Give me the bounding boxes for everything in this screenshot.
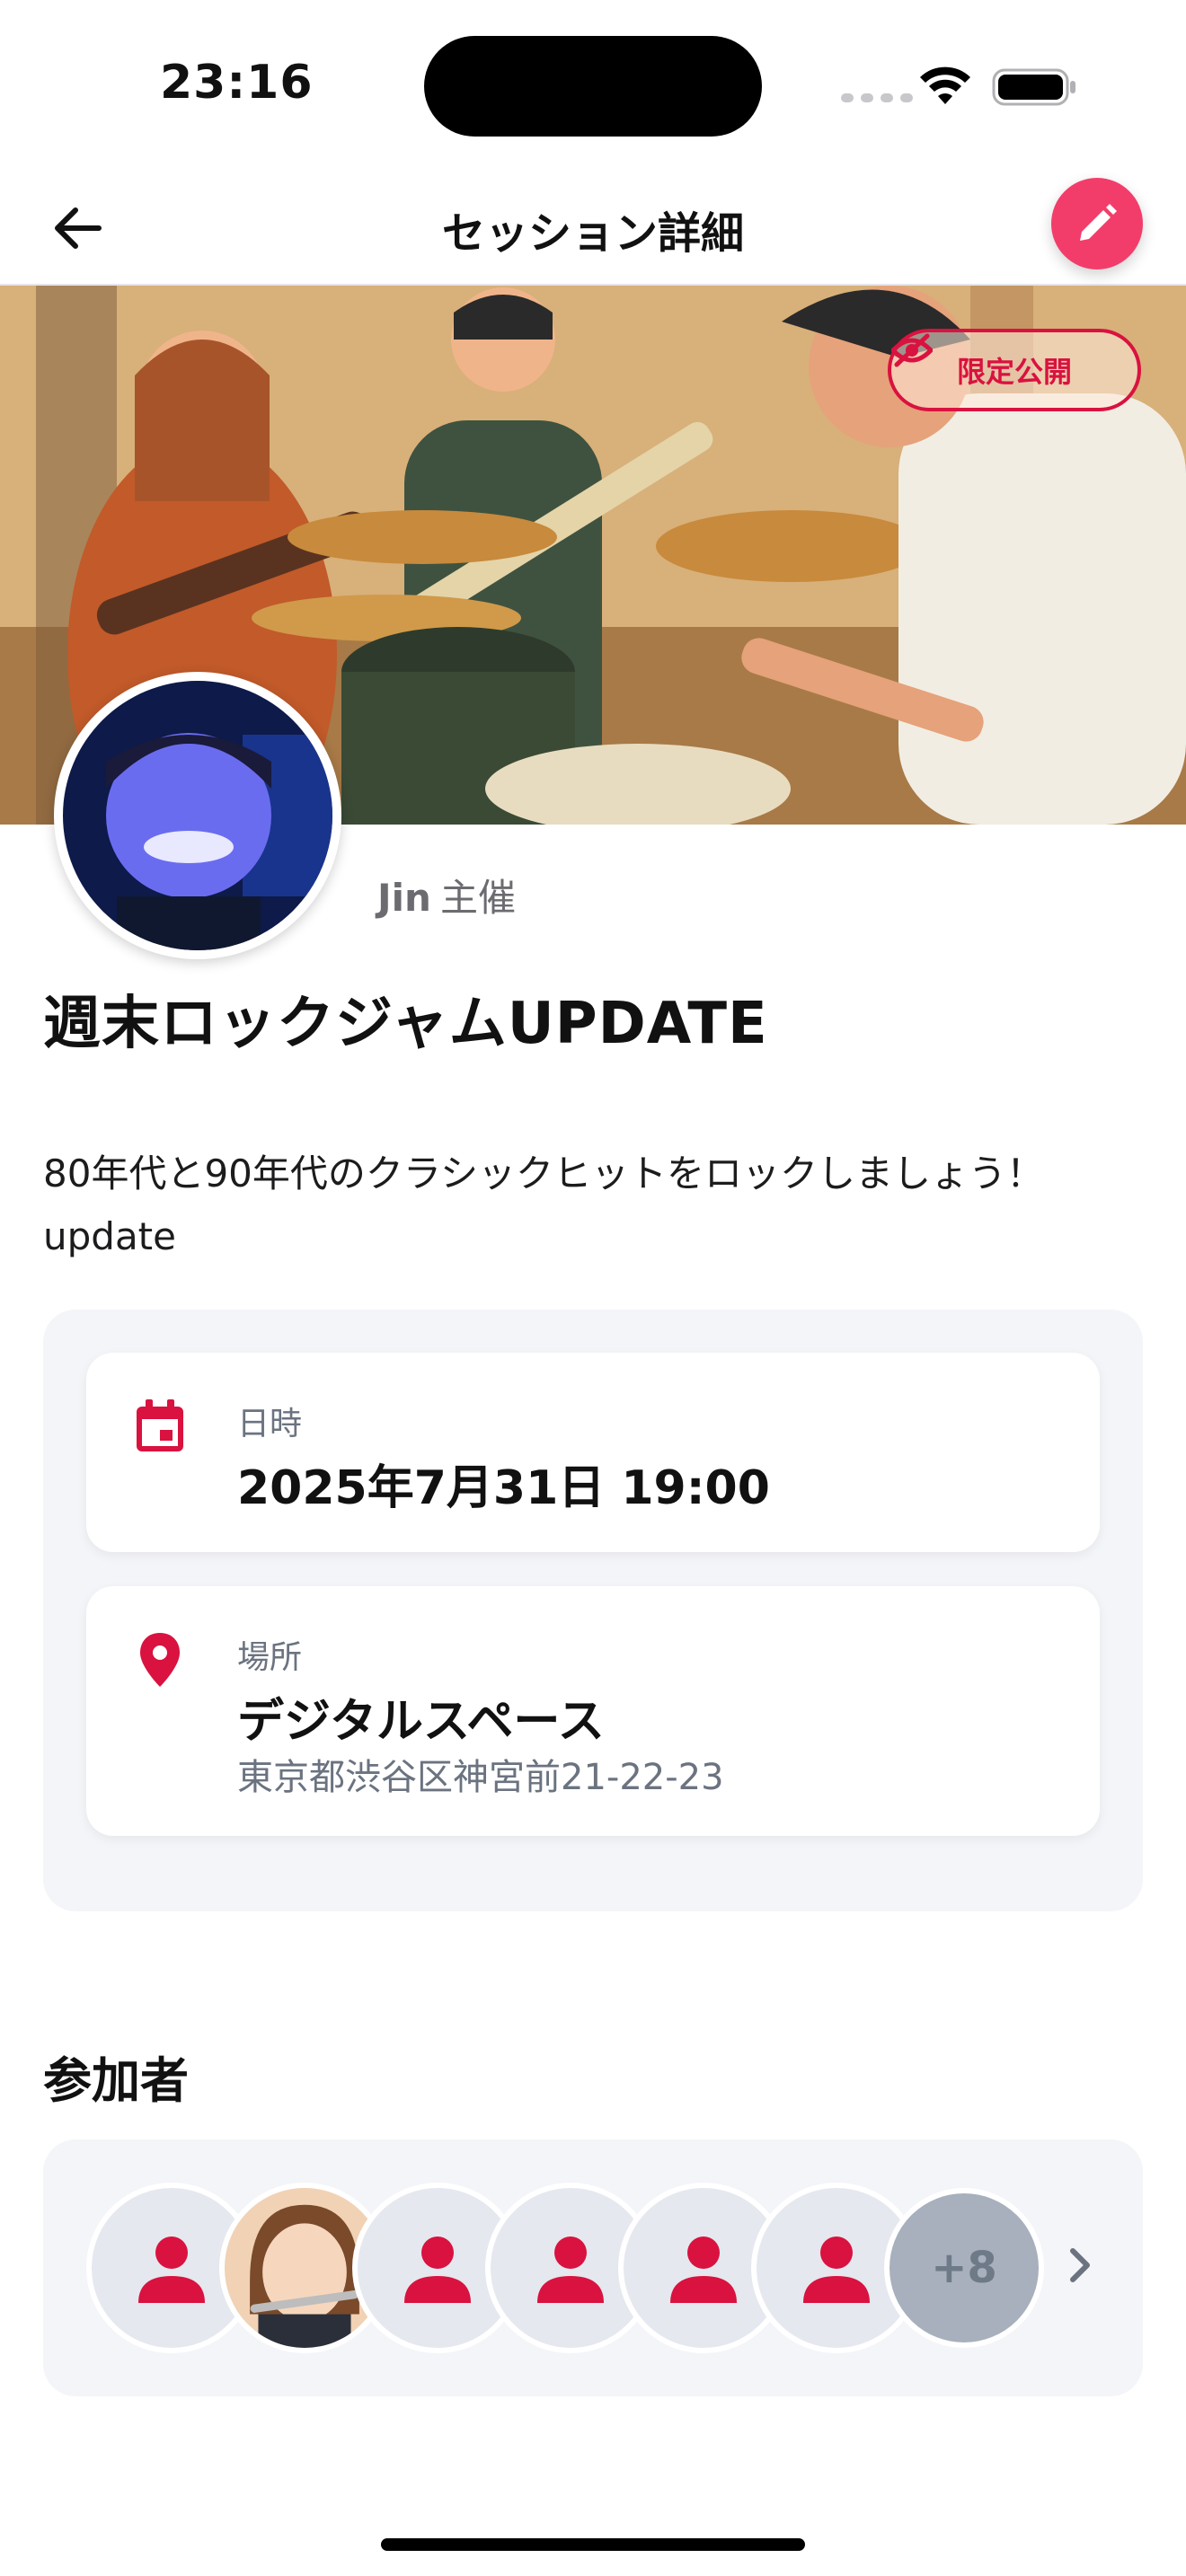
navigation-bar: セッション詳細 — [0, 171, 1186, 286]
datetime-value: 2025年7月31日 19:00 — [237, 1461, 770, 1515]
host-name[interactable]: Jin — [377, 876, 431, 920]
battery-icon — [992, 68, 1075, 106]
participants-list[interactable]: +8 — [43, 2139, 1143, 2396]
place-address: 東京都渋谷区神宮前21-22-23 — [237, 1757, 724, 1798]
session-description: 80年代と90年代のクラシックヒットをロックしましょう！update — [43, 1151, 1045, 1258]
visibility-badge: 限定公開 — [888, 329, 1141, 411]
page-title: セッション詳細 — [441, 208, 744, 259]
person-icon — [537, 2236, 604, 2303]
wifi-icon — [920, 66, 970, 104]
more-participants-count[interactable]: +8 — [884, 2188, 1044, 2348]
host-suffix: 主催 — [439, 876, 516, 920]
person-icon — [670, 2236, 737, 2303]
pencil-icon — [1080, 204, 1117, 241]
host-line: Jin 主催 — [377, 868, 516, 922]
participants-heading: 参加者 — [43, 2052, 189, 2109]
person-icon — [803, 2236, 870, 2303]
chevron-right-icon — [1070, 2248, 1090, 2282]
datetime-row: 日時 2025年7月31日 19:00 — [86, 1353, 1100, 1552]
home-indicator — [381, 2538, 805, 2551]
place-label: 場所 — [237, 1639, 303, 1676]
eye-off-icon — [891, 333, 933, 367]
host-photo — [63, 681, 332, 950]
edit-button[interactable] — [1051, 178, 1143, 269]
cellular-signal-icon — [841, 93, 913, 102]
status-time: 23:16 — [160, 56, 314, 110]
place-row[interactable]: 場所 デジタルスペース 東京都渋谷区神宮前21-22-23 — [86, 1586, 1100, 1836]
visibility-label: 限定公開 — [956, 355, 1072, 389]
person-icon — [138, 2236, 205, 2303]
calendar-icon — [137, 1399, 183, 1451]
location-pin-icon — [140, 1633, 180, 1687]
session-info-card: 日時 2025年7月31日 19:00 場所 デジタルスペース 東京都渋谷区神宮… — [43, 1310, 1143, 1911]
datetime-label: 日時 — [237, 1406, 303, 1442]
status-bar: 23:16 — [0, 0, 1186, 162]
session-title: 週末ロックジャムUPDATE — [43, 991, 768, 1057]
place-name: デジタルスペース — [237, 1695, 605, 1749]
host-avatar[interactable] — [54, 672, 341, 959]
dynamic-island — [424, 36, 762, 137]
person-icon — [404, 2236, 471, 2303]
